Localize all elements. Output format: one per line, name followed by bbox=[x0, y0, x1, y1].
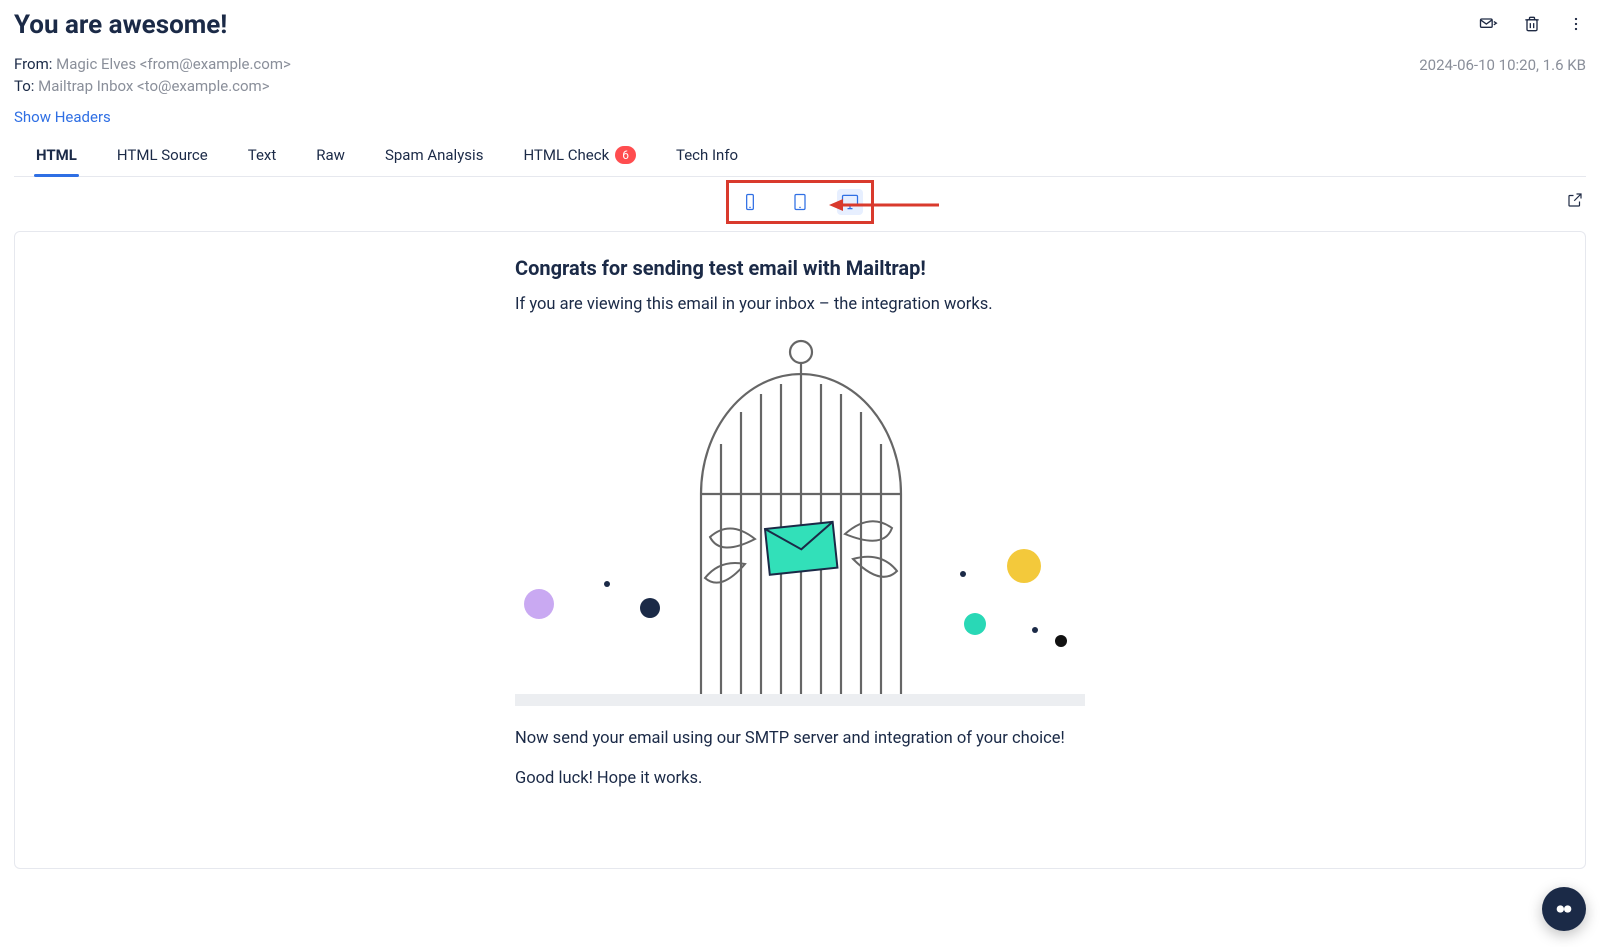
from-label: From: bbox=[14, 55, 52, 73]
email-preview-frame: Congrats for sending test email with Mai… bbox=[14, 231, 1586, 870]
trash-icon[interactable] bbox=[1522, 14, 1542, 34]
tab-tech-info[interactable]: Tech Info bbox=[674, 136, 740, 176]
mark-open-icon[interactable] bbox=[1478, 14, 1498, 34]
illustration-bar bbox=[515, 694, 1085, 706]
from-value: Magic Elves <from@example.com> bbox=[56, 55, 291, 73]
tabs: HTML HTML Source Text Raw Spam Analysis … bbox=[14, 136, 740, 176]
html-check-badge: 6 bbox=[615, 146, 636, 164]
tab-raw[interactable]: Raw bbox=[314, 136, 347, 176]
tab-text[interactable]: Text bbox=[246, 136, 279, 176]
to-label: To: bbox=[14, 77, 34, 95]
timestamp: 2024-06-10 10:20, bbox=[1419, 56, 1539, 74]
header-actions bbox=[1478, 10, 1586, 34]
tab-html-check-label: HTML Check bbox=[523, 146, 609, 164]
arrow-annotation bbox=[829, 195, 939, 215]
more-vertical-icon[interactable] bbox=[1566, 14, 1586, 34]
to-value: Mailtrap Inbox <to@example.com> bbox=[38, 77, 269, 95]
email-meta: From: Magic Elves <from@example.com> To:… bbox=[14, 54, 291, 98]
email-subject: You are awesome! bbox=[14, 10, 227, 40]
email-line-2: Now send your email using our SMTP serve… bbox=[515, 728, 1085, 750]
birdcage-illustration bbox=[515, 334, 1085, 694]
tablet-icon[interactable] bbox=[787, 189, 813, 215]
email-timestamp-size: 2024-06-10 10:20, 1.6 KB bbox=[1419, 54, 1586, 74]
tab-html-source[interactable]: HTML Source bbox=[115, 136, 210, 176]
external-link-icon[interactable] bbox=[1566, 191, 1586, 211]
tab-html-check[interactable]: HTML Check 6 bbox=[521, 136, 638, 176]
email-line-3: Good luck! Hope it works. bbox=[515, 768, 1085, 790]
email-heading: Congrats for sending test email with Mai… bbox=[515, 256, 1085, 280]
size: 1.6 KB bbox=[1543, 56, 1586, 74]
help-widget-icon[interactable] bbox=[1542, 887, 1586, 931]
mobile-icon[interactable] bbox=[737, 189, 763, 215]
tab-html[interactable]: HTML bbox=[34, 136, 79, 176]
show-headers-link[interactable]: Show Headers bbox=[14, 108, 111, 126]
email-line-1: If you are viewing this email in your in… bbox=[515, 294, 1085, 316]
tab-spam-analysis[interactable]: Spam Analysis bbox=[383, 136, 485, 176]
